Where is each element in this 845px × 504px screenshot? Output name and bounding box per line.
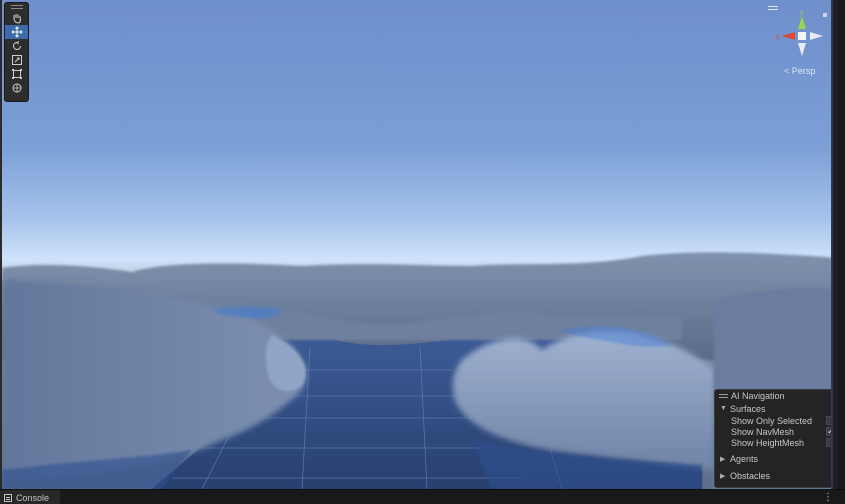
show-only-selected-label: Show Only Selected: [731, 415, 813, 426]
obstacles-label: Obstacles: [730, 470, 771, 481]
kebab-menu-icon[interactable]: ⋮: [823, 492, 833, 503]
collapsed-arrow-icon: ▶: [720, 455, 726, 463]
show-heightmesh-label: Show HeightMesh: [731, 437, 805, 448]
show-navmesh-row[interactable]: Show NavMesh ✓: [715, 426, 838, 437]
viewport-edge: [831, 0, 833, 489]
hand-tool-button[interactable]: [5, 11, 28, 25]
lock-icon[interactable]: [823, 13, 827, 17]
gizmo-neg-x-axis[interactable]: [810, 32, 823, 40]
toolbar-grip-icon[interactable]: [5, 3, 28, 11]
gizmo-y-axis[interactable]: [798, 16, 806, 29]
show-heightmesh-row[interactable]: Show HeightMesh: [715, 437, 838, 448]
ai-navigation-overlay: AI Navigation ▼ Surfaces Show Only Selec…: [714, 389, 838, 488]
rotate-tool-button[interactable]: [5, 39, 28, 53]
move-tool-button[interactable]: [5, 25, 28, 39]
gizmo-neg-y-axis[interactable]: [798, 43, 806, 56]
agents-label: Agents: [730, 453, 759, 464]
scale-icon: [11, 55, 22, 65]
show-only-selected-row[interactable]: Show Only Selected: [715, 415, 838, 426]
gizmo-x-label: x: [776, 34, 780, 41]
transform-tool-button[interactable]: [5, 81, 28, 95]
obstacles-foldout[interactable]: ▶ Obstacles: [715, 469, 838, 482]
ai-navigation-header[interactable]: AI Navigation: [715, 390, 838, 402]
show-navmesh-label: Show NavMesh: [731, 426, 795, 437]
expanded-arrow-icon: ▼: [720, 405, 727, 412]
console-tab[interactable]: Console: [0, 490, 60, 504]
tool-palette: [4, 2, 29, 102]
surfaces-label: Surfaces: [730, 403, 766, 414]
scene-viewport[interactable]: y x < Persp AI Navigation ▼ Surfaces Sho…: [0, 0, 838, 489]
move-icon: [11, 26, 22, 38]
transform-icon: [12, 83, 21, 93]
surfaces-foldout[interactable]: ▼ Surfaces: [715, 402, 838, 415]
gizmo-center[interactable]: [798, 32, 806, 40]
bottom-bar: Console ⋮: [0, 489, 845, 504]
gizmo-x-axis[interactable]: [782, 32, 795, 40]
overlay-grip-icon[interactable]: [719, 394, 728, 398]
console-label: Console: [16, 492, 50, 503]
rotate-icon: [12, 41, 21, 50]
agents-foldout[interactable]: ▶ Agents: [715, 452, 838, 465]
gizmo-y-label: y: [800, 10, 804, 17]
scale-tool-button[interactable]: [5, 53, 28, 67]
hand-icon: [12, 14, 21, 24]
collapsed-arrow-icon: ▶: [720, 472, 726, 480]
rect-icon: [11, 69, 22, 79]
ai-navigation-title: AI Navigation: [731, 391, 785, 401]
projection-label[interactable]: < Persp: [784, 66, 815, 76]
terrain-render: [2, 252, 838, 489]
rect-tool-button[interactable]: [5, 67, 28, 81]
console-icon: [4, 493, 12, 502]
